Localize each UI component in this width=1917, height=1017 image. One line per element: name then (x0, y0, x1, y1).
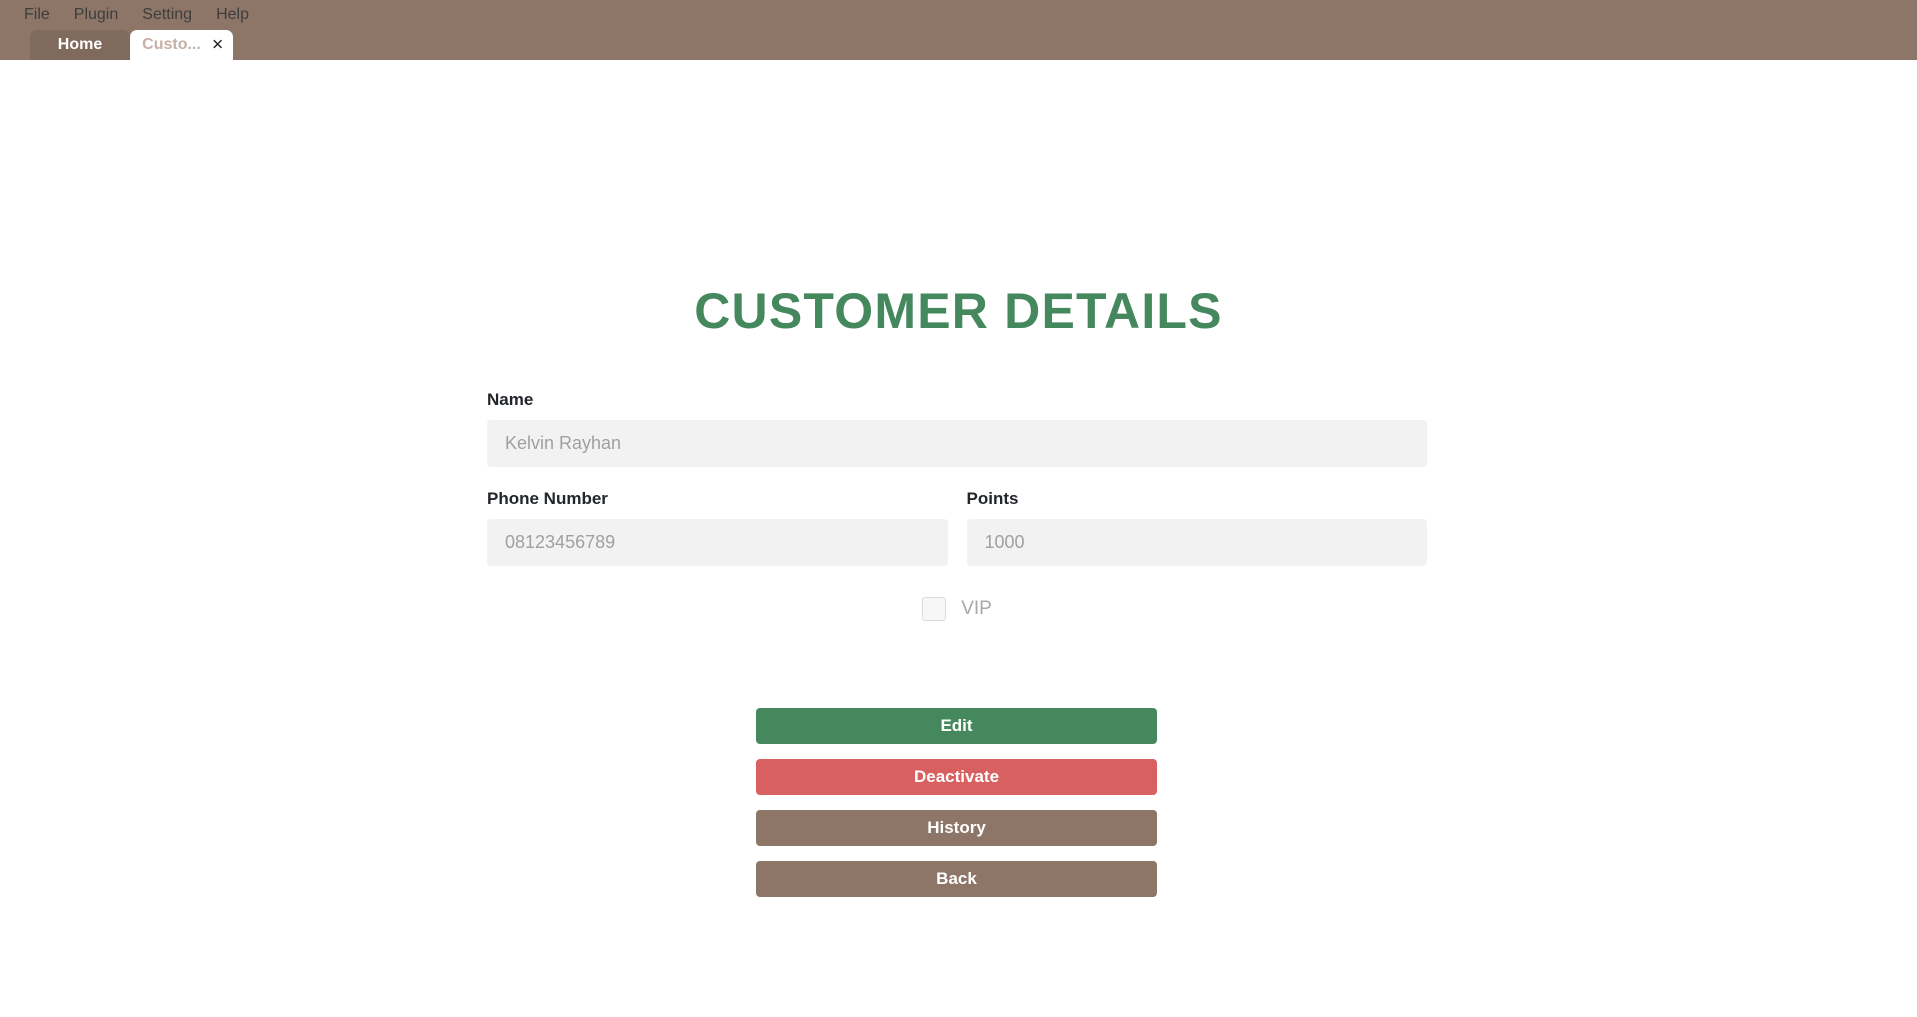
points-field-group: Points 1000 (966, 489, 1427, 566)
phone-input[interactable]: 08123456789 (487, 519, 948, 566)
menu-item-plugin[interactable]: Plugin (62, 3, 130, 27)
menu-item-setting[interactable]: Setting (130, 3, 204, 27)
points-label: Points (966, 489, 1019, 508)
back-button[interactable]: Back (756, 861, 1157, 897)
page-title: CUSTOMER DETAILS (694, 283, 1223, 339)
tab-customer[interactable]: Custo... ✕ (130, 30, 233, 60)
vip-label: VIP (961, 598, 992, 619)
tab-customer-label: Custo... (142, 36, 201, 53)
history-button[interactable]: History (756, 810, 1157, 846)
phone-points-row: Phone Number 08123456789 Points 1000 (487, 489, 1427, 566)
content-area: CUSTOMER DETAILS Name Kelvin Rayhan Phon… (0, 60, 1917, 1017)
name-field-group: Name Kelvin Rayhan (487, 390, 1427, 467)
deactivate-button[interactable]: Deactivate (756, 759, 1157, 795)
menu-item-help[interactable]: Help (204, 3, 261, 27)
phone-label: Phone Number (487, 489, 608, 508)
customer-details-form: Name Kelvin Rayhan Phone Number 08123456… (487, 390, 1427, 621)
phone-field-group: Phone Number 08123456789 (487, 489, 948, 566)
name-label: Name (487, 390, 534, 409)
close-icon[interactable]: ✕ (211, 38, 224, 53)
action-buttons: Edit Deactivate History Back (756, 708, 1157, 897)
window-titlebar: File Plugin Setting Help Home Custo... ✕ (0, 0, 1917, 60)
edit-button[interactable]: Edit (756, 708, 1157, 744)
name-input[interactable]: Kelvin Rayhan (487, 420, 1427, 467)
menu-bar: File Plugin Setting Help (0, 0, 261, 30)
vip-checkbox[interactable] (922, 597, 947, 621)
points-input[interactable]: 1000 (966, 519, 1427, 566)
tab-home-label: Home (57, 36, 103, 53)
menu-item-file[interactable]: File (12, 3, 62, 27)
tab-strip: Home Custo... ✕ (0, 30, 1917, 60)
tab-home[interactable]: Home (30, 30, 130, 60)
vip-field-group: VIP (487, 597, 1427, 621)
